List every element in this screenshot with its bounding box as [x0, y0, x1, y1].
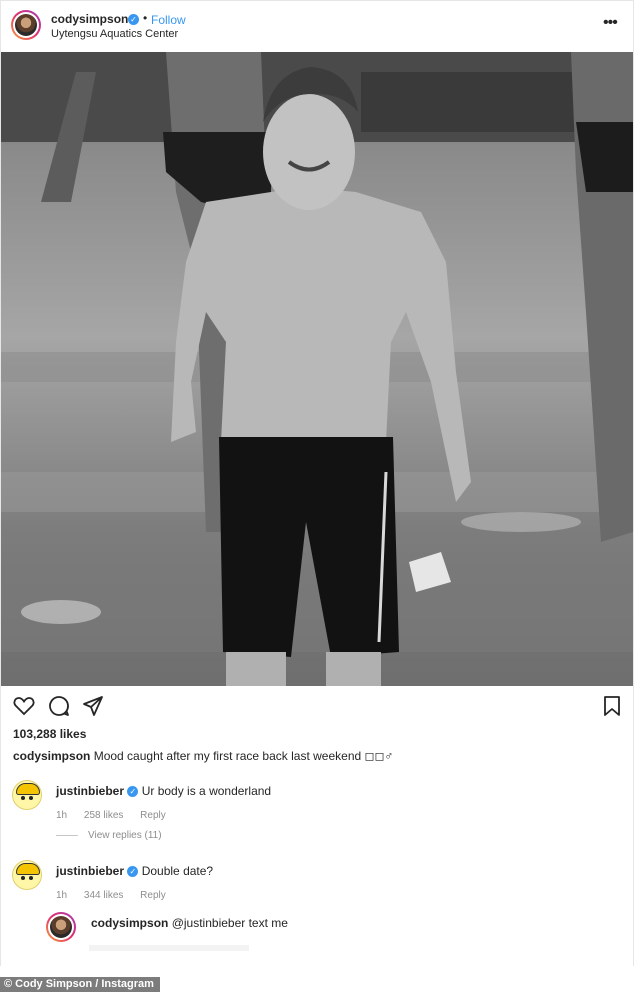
follow-button[interactable]: Follow: [151, 13, 186, 27]
post-photo-illustration: [1, 52, 633, 686]
verified-badge-icon: ✓: [128, 14, 139, 25]
bookmark-icon[interactable]: [600, 694, 624, 718]
comment-bubble-icon[interactable]: [47, 694, 71, 718]
separator-dot: •: [143, 11, 148, 25]
comment-avatar[interactable]: [12, 860, 42, 890]
view-replies-label[interactable]: View replies (11): [88, 830, 162, 841]
reply-button[interactable]: Reply: [140, 810, 166, 821]
verified-badge-icon: ✓: [127, 866, 139, 878]
comment-time: 1h: [56, 810, 68, 821]
author-username[interactable]: codysimpson: [51, 12, 128, 26]
comment-author[interactable]: justinbieber: [56, 784, 124, 798]
photo-credit: © Cody Simpson / Instagram: [0, 977, 160, 992]
like-count[interactable]: 103,288 likes: [13, 727, 86, 741]
comment-avatar[interactable]: [12, 780, 42, 810]
comment-likes[interactable]: 258 likes: [84, 810, 123, 821]
reply-body: codysimpson @justinbieber text me: [91, 916, 288, 930]
comment-likes[interactable]: 344 likes: [84, 890, 123, 901]
comment-author[interactable]: justinbieber: [56, 864, 124, 878]
paper-plane-icon[interactable]: [81, 694, 105, 718]
reply-text: @justinbieber text me: [171, 916, 288, 930]
comment-text: Double date?: [141, 864, 214, 878]
post-photo[interactable]: [1, 52, 633, 686]
post-header: codysimpson ✓ • Follow Uytengsu Aquatics…: [1, 1, 633, 51]
comment-body: justinbieber ✓ Double date?: [56, 864, 213, 878]
reply-meta-placeholder: [89, 945, 249, 951]
caption-author[interactable]: codysimpson: [13, 749, 90, 763]
replies-rule: [56, 834, 78, 836]
comment-time: 1h: [56, 890, 68, 901]
reply-author[interactable]: codysimpson: [91, 916, 168, 930]
post-location[interactable]: Uytengsu Aquatics Center: [51, 28, 178, 40]
post-caption: codysimpson Mood caught after my first r…: [13, 749, 393, 763]
view-replies-link[interactable]: View replies (11): [56, 830, 162, 841]
post-actions: [1, 694, 633, 722]
comment-text: Ur body is a wonderland: [141, 784, 272, 798]
verified-badge-icon: ✓: [127, 786, 139, 798]
reply-button[interactable]: Reply: [140, 890, 166, 901]
more-dots-icon[interactable]: •••: [603, 14, 618, 32]
comment-body: justinbieber ✓ Ur body is a wonderland: [56, 784, 271, 798]
caption-text: Mood caught after my first race back las…: [93, 749, 394, 763]
comment-meta: 1h 258 likes Reply: [56, 810, 180, 821]
instagram-post: codysimpson ✓ • Follow Uytengsu Aquatics…: [0, 0, 634, 966]
comment-meta: 1h 344 likes Reply: [56, 890, 180, 901]
reply-avatar[interactable]: [46, 912, 76, 942]
author-avatar[interactable]: [11, 10, 41, 40]
heart-outline-icon[interactable]: [12, 694, 36, 718]
